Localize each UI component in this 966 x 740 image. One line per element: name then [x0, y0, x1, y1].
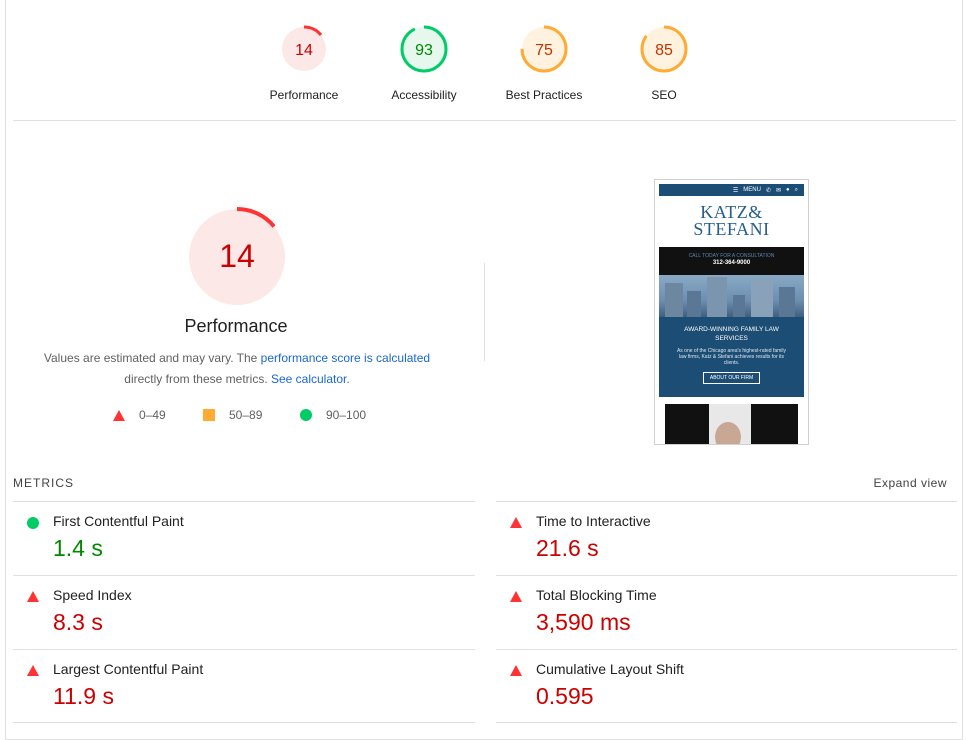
metric-value: 3,590 ms	[536, 609, 631, 635]
legend-pass-label: 90–100	[326, 408, 367, 422]
metric-name: Total Blocking Time	[536, 587, 657, 603]
gauge-ring: 93	[400, 25, 448, 73]
triangle-icon	[27, 665, 39, 676]
thumb-call-bar: CALL TODAY FOR A CONSULTATION 312-364-90…	[659, 247, 804, 275]
metric-value: 11.9 s	[53, 683, 114, 709]
gauge-best-practices[interactable]: 75 Best Practices	[484, 24, 604, 102]
thumb-headline: AWARD-WINNING FAMILY LAW SERVICES	[684, 326, 779, 342]
legend-average-label: 50–89	[229, 408, 263, 422]
search-icon: ⌕	[794, 186, 798, 193]
metric-value: 21.6 s	[536, 535, 599, 561]
thumb-menu-label: MENU	[743, 187, 761, 193]
triangle-icon	[27, 591, 39, 602]
metric-name: Cumulative Layout Shift	[536, 661, 684, 677]
desc-text: directly from these metrics.	[124, 372, 271, 386]
gauge-score: 85	[655, 42, 673, 59]
divider	[496, 649, 957, 650]
metrics-heading: METRICS	[13, 476, 74, 490]
desc-text: Values are estimated and may vary. The	[43, 351, 261, 365]
legend-fail: 0–49	[113, 408, 166, 422]
triangle-icon	[510, 517, 522, 528]
metric-name: First Contentful Paint	[53, 513, 184, 529]
location-icon: ●	[786, 187, 790, 193]
score-calculated-link[interactable]: performance score is calculated	[261, 351, 430, 365]
thumb-button: ABOUT OUR FIRM	[702, 372, 761, 384]
divider	[13, 120, 956, 121]
gauge-accessibility[interactable]: 93 Accessibility	[364, 24, 484, 102]
thumb-call-text: CALL TODAY FOR A CONSULTATION	[688, 253, 775, 259]
thumb-city-image	[659, 275, 804, 317]
menu-icon: ☰	[732, 187, 739, 194]
square-icon	[203, 409, 215, 421]
gauge-seo[interactable]: 85 SEO	[604, 24, 724, 102]
desc-text: .	[346, 372, 350, 386]
triangle-icon	[113, 409, 125, 421]
see-calculator-link[interactable]: See calculator	[271, 372, 346, 386]
gauge-ring: 75	[520, 25, 568, 73]
gauge-performance[interactable]: 14 Performance	[244, 24, 364, 102]
mail-icon: ✉	[775, 187, 781, 194]
divider	[13, 722, 475, 723]
performance-description: Values are estimated and may vary. The p…	[30, 348, 444, 390]
performance-score: 14	[219, 238, 255, 274]
performance-gauge-ring: 14	[187, 207, 287, 307]
gauge-score: 93	[415, 42, 433, 59]
divider	[13, 575, 475, 576]
metric-value: 0.595	[536, 683, 594, 709]
expand-view-toggle[interactable]: Expand view	[873, 476, 947, 490]
divider	[496, 575, 957, 576]
triangle-icon	[510, 591, 522, 602]
gauge-score: 14	[295, 42, 313, 59]
thumb-logo-line2: STEFANI	[693, 219, 770, 239]
thumb-hero: AWARD-WINNING FAMILY LAW SERVICES As one…	[659, 317, 804, 397]
gauge-ring: 85	[640, 25, 688, 73]
performance-gauge: 14	[185, 205, 289, 314]
divider	[13, 649, 475, 650]
gauge-label: Best Practices	[505, 88, 583, 102]
metric-name: Largest Contentful Paint	[53, 661, 204, 677]
thumb-photo	[665, 404, 798, 444]
metric-value: 1.4 s	[53, 535, 103, 561]
thumb-logo: KATZ& STEFANI	[655, 203, 808, 239]
thumb-nav: ☰ MENU ✆ ✉ ● ⌕	[659, 184, 804, 196]
metric-value: 8.3 s	[53, 609, 103, 635]
divider	[484, 263, 485, 361]
performance-title: Performance	[184, 316, 288, 336]
legend-average: 50–89	[203, 408, 262, 422]
divider	[496, 501, 957, 502]
divider	[496, 722, 957, 723]
gauge-label: Accessibility	[391, 88, 457, 102]
metric-name: Speed Index	[53, 587, 132, 603]
thumb-phone: 312-364-9000	[712, 260, 751, 266]
triangle-icon	[510, 665, 522, 676]
legend-pass: 90–100	[300, 408, 366, 422]
phone-icon: ✆	[765, 187, 771, 194]
circle-icon	[27, 517, 39, 529]
legend-fail-label: 0–49	[139, 408, 166, 422]
thumb-body: As one of the Chicago area's highest-rat…	[676, 348, 787, 366]
gauge-label: Performance	[269, 88, 339, 102]
gauge-label: SEO	[651, 88, 677, 102]
page-screenshot-thumbnail[interactable]: ☰ MENU ✆ ✉ ● ⌕ KATZ& STEFANI CALL TODAY …	[654, 179, 809, 445]
divider	[13, 501, 475, 502]
circle-icon	[300, 409, 312, 421]
gauge-score: 75	[535, 42, 553, 59]
gauge-ring: 14	[280, 25, 328, 73]
metric-name: Time to Interactive	[536, 513, 651, 529]
